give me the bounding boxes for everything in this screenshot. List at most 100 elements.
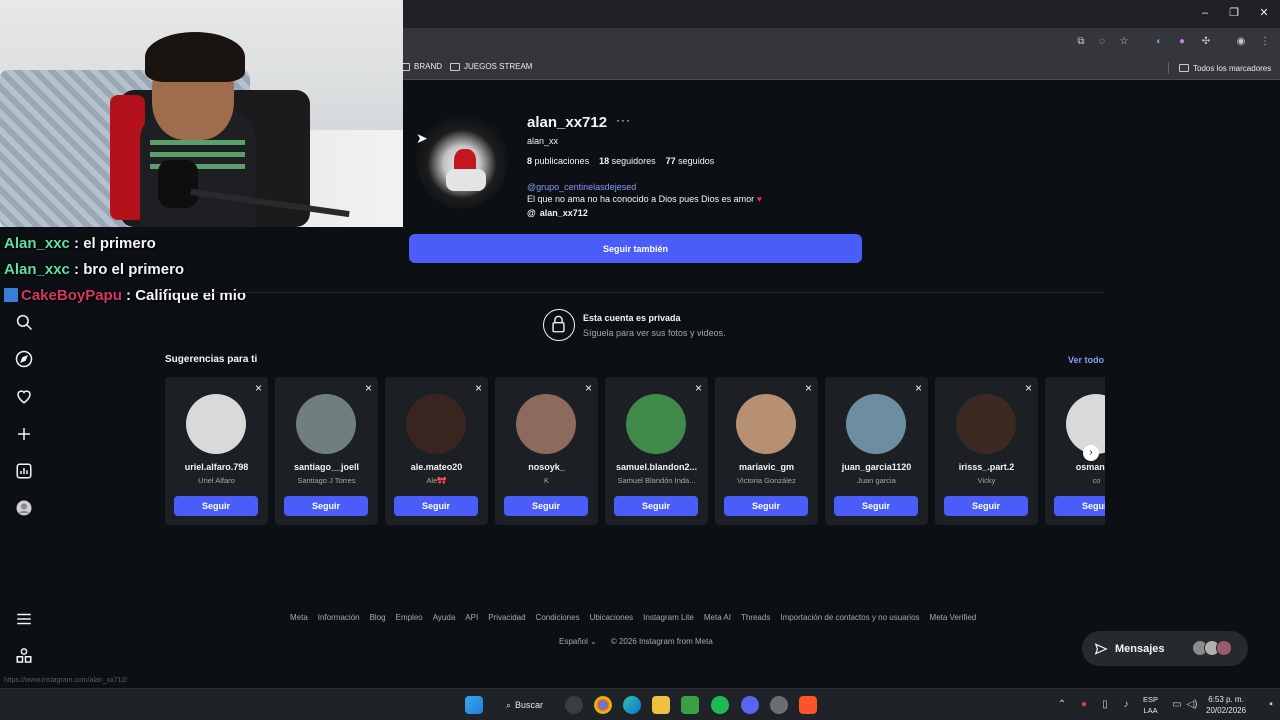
avatar[interactable] bbox=[296, 394, 356, 454]
tray-chevron-icon[interactable]: ⌃ bbox=[1056, 699, 1068, 711]
follow-button[interactable]: Seguir bbox=[394, 496, 478, 516]
mic-icon[interactable]: ♪ bbox=[1120, 699, 1132, 711]
see-all-link[interactable]: Ver todo bbox=[1068, 355, 1104, 365]
footer-link[interactable]: Meta AI bbox=[704, 613, 731, 622]
chevron-right-icon[interactable]: › bbox=[1083, 445, 1099, 461]
volume-icon[interactable]: ◁) bbox=[1186, 699, 1198, 711]
dashboard-icon[interactable] bbox=[15, 462, 33, 480]
chrome-icon[interactable] bbox=[565, 696, 583, 714]
suggestion-username[interactable]: santiago__joell bbox=[275, 462, 378, 472]
close-icon[interactable]: × bbox=[365, 381, 372, 395]
windows-start-icon[interactable] bbox=[465, 696, 483, 714]
follow-button[interactable]: Seguir bbox=[614, 496, 698, 516]
more-options-icon[interactable]: ··· bbox=[616, 113, 631, 127]
footer-link[interactable]: Meta bbox=[290, 613, 308, 622]
discord-icon[interactable] bbox=[741, 696, 759, 714]
suggestion-username[interactable]: nosoyk_ bbox=[495, 462, 598, 472]
footer-link[interactable]: Meta Verified bbox=[930, 613, 977, 622]
more-menu-icon[interactable] bbox=[15, 610, 33, 628]
extension-audio-icon[interactable]: ◖ bbox=[1151, 35, 1165, 49]
follow-button[interactable]: Seguir bbox=[1054, 496, 1105, 516]
footer-link[interactable]: Importación de contactos y no usuarios bbox=[780, 613, 919, 622]
suggestion-username[interactable]: ale.mateo20 bbox=[385, 462, 488, 472]
suggestion-username[interactable]: juan_garcia1120 bbox=[825, 462, 928, 472]
bookmark-all[interactable]: Todos los marcadores bbox=[1168, 62, 1271, 74]
cast-icon[interactable]: ⧉ bbox=[1074, 35, 1088, 49]
close-icon[interactable]: × bbox=[255, 381, 262, 395]
close-icon[interactable]: × bbox=[805, 381, 812, 395]
notifications-icon[interactable]: ▪ bbox=[1265, 699, 1277, 711]
taskbar-clock[interactable]: 6:53 p. m. 20/02/2026 bbox=[1206, 694, 1246, 716]
suggestion-username[interactable]: mariavic_gm bbox=[715, 462, 818, 472]
avatar[interactable] bbox=[1066, 394, 1105, 454]
bio-mention-link[interactable]: @grupo_centinelasdejesed bbox=[527, 182, 636, 192]
extension-icon[interactable]: ● bbox=[1175, 35, 1189, 49]
meta-apps-icon[interactable] bbox=[15, 647, 33, 665]
chrome-icon[interactable] bbox=[594, 696, 612, 714]
avatar[interactable] bbox=[956, 394, 1016, 454]
footer-link[interactable]: Ubicaciones bbox=[590, 613, 634, 622]
close-icon[interactable]: × bbox=[915, 381, 922, 395]
menu-dots-icon[interactable]: ⋮ bbox=[1258, 35, 1272, 49]
threads-link[interactable]: @ alan_xx712 bbox=[527, 208, 588, 218]
avatar[interactable] bbox=[846, 394, 906, 454]
profile-avatar[interactable] bbox=[416, 109, 508, 209]
close-icon[interactable]: × bbox=[1025, 381, 1032, 395]
minimize-icon[interactable]: – bbox=[1198, 6, 1212, 20]
maximize-icon[interactable]: ❐ bbox=[1227, 6, 1241, 20]
eye-off-icon[interactable]: ◌ bbox=[1095, 35, 1109, 49]
follow-button[interactable]: Seguir bbox=[724, 496, 808, 516]
file-explorer-icon[interactable] bbox=[652, 696, 670, 714]
language-select[interactable]: Español ⌄ bbox=[559, 637, 597, 646]
close-icon[interactable]: × bbox=[475, 381, 482, 395]
followers-stat[interactable]: 18 seguidores bbox=[599, 156, 656, 166]
footer-link[interactable]: API bbox=[465, 613, 478, 622]
spotify-icon[interactable] bbox=[711, 696, 729, 714]
suggestion-username[interactable]: irisss_.part.2 bbox=[935, 462, 1038, 472]
search-icon[interactable] bbox=[15, 313, 33, 331]
footer-link[interactable]: Instagram Lite bbox=[643, 613, 694, 622]
follow-button[interactable]: Seguir bbox=[284, 496, 368, 516]
create-icon[interactable] bbox=[15, 425, 33, 443]
display-icon[interactable]: ▭ bbox=[1171, 699, 1183, 711]
bookmark-juegos-stream[interactable]: JUEGOS STREAM bbox=[450, 62, 532, 71]
footer-link[interactable]: Threads bbox=[741, 613, 770, 622]
explore-icon[interactable] bbox=[15, 350, 33, 368]
follow-button[interactable]: Seguir bbox=[944, 496, 1028, 516]
footer-link[interactable]: Condiciones bbox=[536, 613, 580, 622]
avatar[interactable] bbox=[406, 394, 466, 454]
follow-button[interactable]: Seguir bbox=[834, 496, 918, 516]
bookmark-brand[interactable]: BRAND bbox=[400, 62, 442, 71]
battery-icon[interactable]: ▯ bbox=[1099, 699, 1111, 711]
edge-icon[interactable] bbox=[623, 696, 641, 714]
profile-avatar-icon[interactable] bbox=[15, 499, 33, 517]
brave-icon[interactable] bbox=[799, 696, 817, 714]
suggestion-username[interactable]: uriel.alfaro.798 bbox=[165, 462, 268, 472]
tray-app-icon[interactable]: ● bbox=[1078, 699, 1090, 711]
app-icon[interactable] bbox=[770, 696, 788, 714]
suggestion-username[interactable]: osman_al bbox=[1045, 462, 1105, 472]
following-stat[interactable]: 77 seguidos bbox=[666, 156, 715, 166]
profile-icon[interactable]: ◉ bbox=[1234, 35, 1248, 49]
close-window-icon[interactable]: ✕ bbox=[1257, 6, 1271, 20]
heart-icon[interactable] bbox=[15, 387, 33, 405]
close-icon[interactable]: × bbox=[695, 381, 702, 395]
footer-link[interactable]: Empleo bbox=[396, 613, 423, 622]
footer-link[interactable]: Ayuda bbox=[433, 613, 456, 622]
messages-button[interactable]: Mensajes bbox=[1082, 631, 1248, 666]
star-icon[interactable]: ☆ bbox=[1117, 35, 1131, 49]
footer-link[interactable]: Información bbox=[318, 613, 360, 622]
footer-link[interactable]: Blog bbox=[370, 613, 386, 622]
avatar[interactable] bbox=[186, 394, 246, 454]
follow-button[interactable]: Seguir bbox=[174, 496, 258, 516]
puzzle-icon[interactable]: ✣ bbox=[1199, 35, 1213, 49]
close-icon[interactable]: × bbox=[585, 381, 592, 395]
follow-back-button[interactable]: Seguir también bbox=[409, 234, 862, 263]
avatar[interactable] bbox=[736, 394, 796, 454]
follow-button[interactable]: Seguir bbox=[504, 496, 588, 516]
minecraft-icon[interactable] bbox=[681, 696, 699, 714]
avatar[interactable] bbox=[516, 394, 576, 454]
taskbar-search-button[interactable]: ⌕ Buscar bbox=[500, 694, 552, 716]
suggestion-username[interactable]: samuel.blandon2... bbox=[605, 462, 708, 472]
input-language[interactable]: ESP LAA bbox=[1143, 694, 1158, 716]
